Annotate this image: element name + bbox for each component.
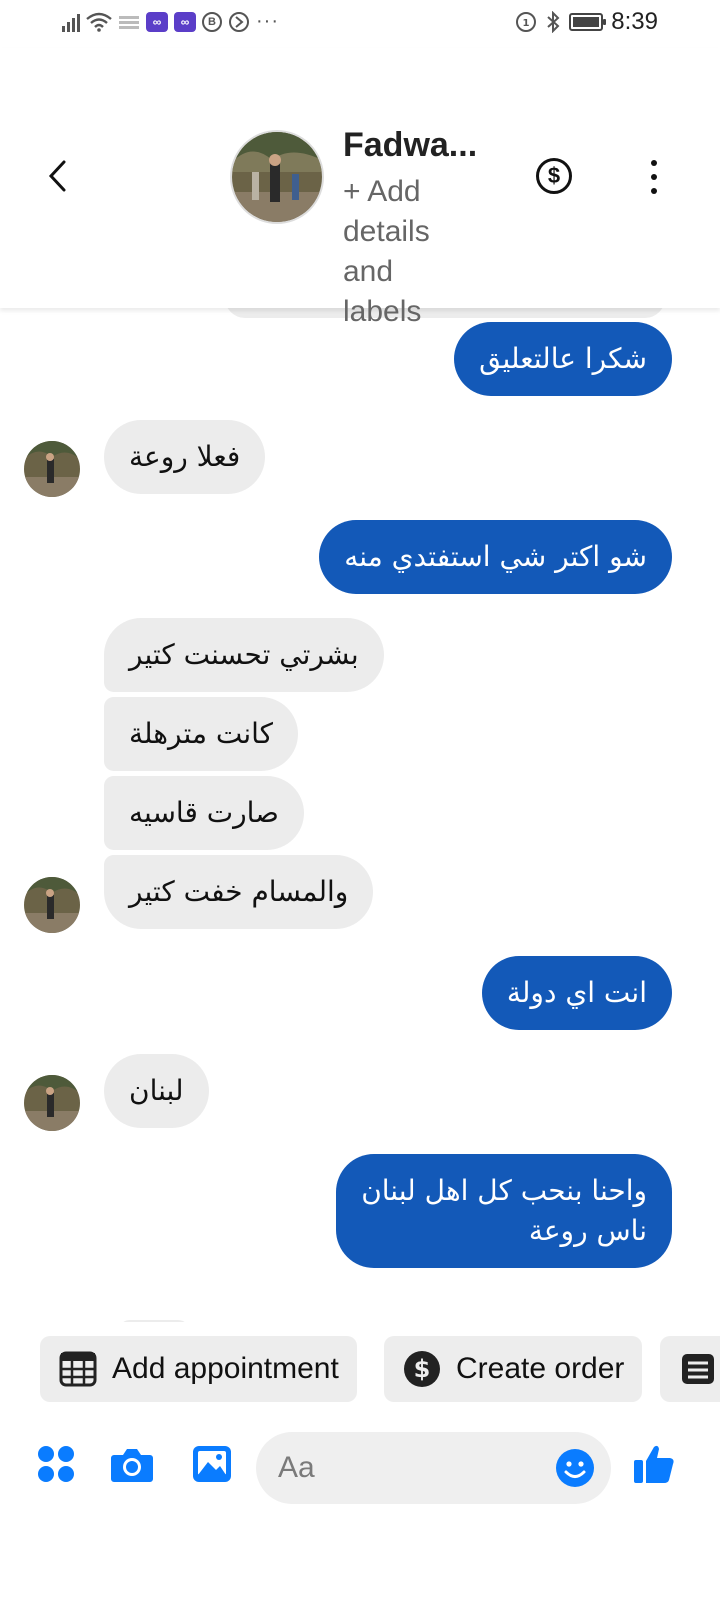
clock: 8:39 <box>611 8 658 35</box>
sender-avatar <box>24 1075 80 1131</box>
status-icons-right: 1 8:39 <box>515 8 658 36</box>
gallery-button[interactable] <box>190 1442 234 1486</box>
message-incoming[interactable]: والمسام خفت كتير <box>104 855 374 929</box>
dollar-circle-icon: $ <box>402 1349 442 1389</box>
camera-icon <box>111 1449 153 1482</box>
camera-button[interactable] <box>110 1442 154 1486</box>
message-line: واحنا بنحب كل اهل لبنان <box>361 1174 647 1207</box>
data-grid-icon <box>119 15 139 29</box>
apps-grid-button[interactable] <box>34 1442 78 1486</box>
more-quick-action-button[interactable] <box>660 1336 720 1402</box>
battery-icon <box>569 13 607 31</box>
sender-avatar <box>24 441 80 497</box>
receipt-icon <box>678 1349 718 1389</box>
message-outgoing[interactable]: انت اي دولة <box>481 956 672 1030</box>
more-options-button[interactable] <box>648 160 660 194</box>
thumbs-up-icon <box>634 1445 674 1483</box>
contact-avatar[interactable] <box>230 130 324 224</box>
message-input[interactable] <box>256 1432 611 1504</box>
status-bar: ∞ ∞ B ··· 1 8:39 <box>0 0 720 48</box>
cell-signal-icon <box>62 12 80 32</box>
back-arrow-icon <box>48 160 66 192</box>
create-order-label: Create order <box>456 1352 625 1385</box>
quick-actions-bar: Add appointment $ Create order <box>0 1322 720 1412</box>
message-incoming[interactable]: كانت مترهلة <box>104 697 298 771</box>
payment-button[interactable]: $ <box>536 158 572 194</box>
message-text-field[interactable] <box>278 1451 538 1485</box>
bluetooth-icon <box>547 11 560 33</box>
sender-avatar <box>24 877 80 933</box>
app-badge-icon: ∞ <box>174 11 196 32</box>
status-icons-left: ∞ ∞ B ··· <box>62 10 279 33</box>
create-order-button[interactable]: $ Create order <box>384 1336 643 1402</box>
like-button[interactable] <box>632 1442 676 1486</box>
message-line: ناس روعة <box>528 1214 647 1247</box>
dollar-icon: $ <box>547 163 561 188</box>
b-circle-icon: B <box>202 11 222 32</box>
data-saver-icon: 1 <box>516 12 537 32</box>
svg-text:1: 1 <box>523 18 530 29</box>
chat-header: Fadwa... + Add details and labels $ <box>0 48 720 328</box>
message-incoming[interactable]: صارت قاسيه <box>104 776 304 850</box>
message-outgoing[interactable]: واحنا بنحب كل اهل لبنان ناس روعة <box>336 1154 672 1268</box>
back-button[interactable] <box>38 156 78 196</box>
emoji-icon[interactable] <box>555 1448 595 1488</box>
apps-grid-icon <box>38 1446 74 1482</box>
gallery-icon <box>193 1446 231 1482</box>
add-details-labels-link[interactable]: + Add details and labels <box>343 172 463 332</box>
more-notifications-icon: ··· <box>256 10 279 32</box>
message-composer <box>0 1412 720 1522</box>
add-appointment-button[interactable]: Add appointment <box>40 1336 357 1402</box>
message-incoming[interactable]: فعلا روعة <box>104 420 266 494</box>
no-disturb-icon <box>229 11 249 32</box>
message-incoming[interactable]: لبنان <box>104 1054 209 1128</box>
message-incoming[interactable]: بشرتي تحسنت كتير <box>104 618 384 692</box>
message-list[interactable]: شكرا عالتعليق فعلا روعة شو اكتر شي استفت… <box>0 308 720 1322</box>
add-appointment-label: Add appointment <box>112 1352 339 1385</box>
message-outgoing[interactable]: شو اكتر شي استفتدي منه <box>319 520 672 594</box>
app-badge-icon: ∞ <box>146 11 168 32</box>
wifi-icon <box>86 12 112 32</box>
svg-text:$: $ <box>414 1355 431 1383</box>
more-vertical-icon <box>651 160 657 166</box>
message-outgoing[interactable]: شكرا عالتعليق <box>454 322 672 396</box>
contact-name[interactable]: Fadwa... <box>343 126 477 165</box>
calendar-grid-icon <box>58 1349 98 1389</box>
